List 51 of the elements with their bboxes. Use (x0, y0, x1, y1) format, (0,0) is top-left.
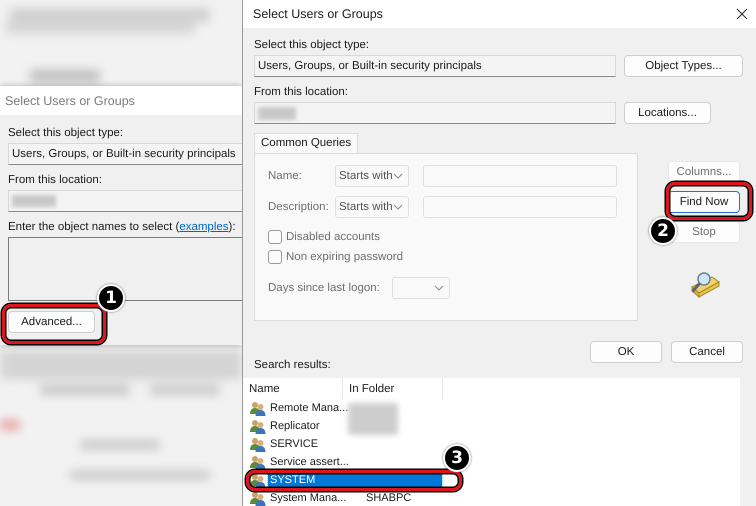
chevron-icon (393, 173, 403, 179)
column-header[interactable]: Name (243, 378, 343, 399)
object-type-field: Users, Groups, or Built-in security principals (254, 55, 616, 77)
users-icon (250, 400, 266, 416)
users-icon (250, 472, 266, 488)
results-label: Search results: (254, 359, 332, 371)
column-header[interactable]: In Folder (343, 378, 443, 399)
field-label: Select this object type: (8, 127, 124, 139)
examples-link[interactable]: examples (179, 221, 229, 233)
users-icon (250, 490, 266, 506)
field-label: From this location: (8, 174, 103, 186)
field-label: From this location: (254, 86, 349, 98)
query-input[interactable] (423, 196, 617, 218)
checkbox-label: Non expiring password (286, 251, 403, 263)
result-name[interactable]: Remote Mana... (268, 400, 350, 416)
query-input[interactable] (423, 165, 617, 187)
object-type-field: Users, Groups, or Built-in security principals (8, 143, 242, 165)
result-name[interactable]: System Mana... (268, 490, 350, 506)
ok-button[interactable]: OK (590, 341, 662, 363)
checkbox[interactable] (268, 230, 282, 244)
window-title: Select Users or Groups (253, 7, 383, 21)
chevron-icon (434, 285, 444, 291)
cancel-button[interactable]: Cancel (671, 341, 743, 363)
users-icon (250, 436, 266, 452)
query-tab[interactable]: Common Queries (254, 133, 358, 153)
field-label: Days since last logon: (268, 282, 380, 294)
locations-button[interactable]: Locations... (624, 102, 711, 124)
close-icon[interactable] (736, 8, 748, 20)
checkbox[interactable] (268, 250, 282, 264)
result-name[interactable]: Service assert... (268, 454, 350, 470)
folder-cell: SHABPC (366, 490, 412, 506)
field-label: Select this object type: (254, 39, 370, 51)
field-label: Name: (268, 170, 303, 182)
advanced-button[interactable]: Advanced... (8, 311, 95, 333)
users-icon (250, 454, 266, 470)
field-label: Description: (268, 201, 330, 213)
field-label: Enter the object names to select (examples): (8, 221, 237, 233)
window-title: Select Users or Groups (5, 94, 135, 108)
match-dropdown[interactable]: Starts with (335, 196, 409, 218)
result-name[interactable]: SERVICE (268, 436, 350, 452)
chevron-icon (393, 204, 403, 210)
blurred-text (12, 195, 56, 207)
match-dropdown[interactable]: Starts with (335, 165, 409, 187)
blurred-text (348, 403, 398, 435)
users-icon (250, 418, 266, 434)
object-names-input[interactable] (8, 237, 242, 301)
result-name[interactable]: Replicator (268, 418, 350, 434)
find-now-button[interactable]: Find Now (668, 191, 740, 213)
checkbox-label: Disabled accounts (286, 231, 380, 243)
blurred-text (258, 106, 296, 120)
object-types-button[interactable]: Object Types... (624, 55, 743, 77)
